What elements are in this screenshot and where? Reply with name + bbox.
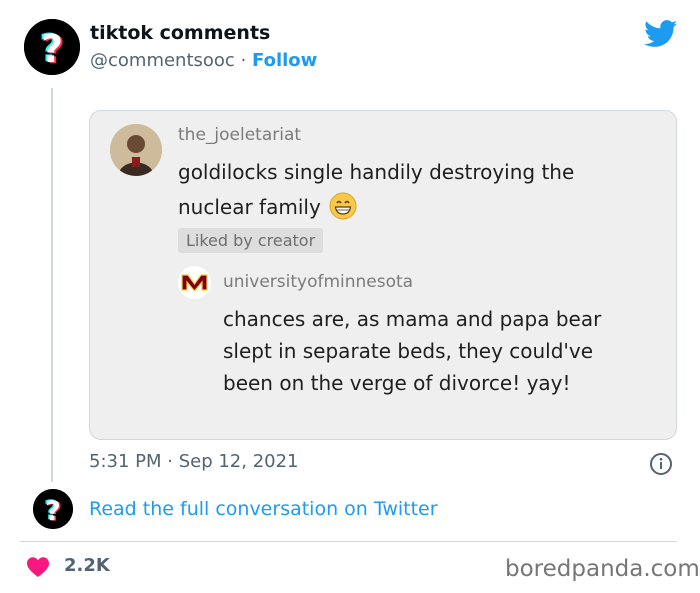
handle-separator: · [240,50,247,71]
info-icon[interactable] [649,452,673,476]
tweet-timestamp[interactable]: 5:31 PM · Sep 12, 2021 [89,451,299,472]
comment-text-block: goldilocks single handily destroying the… [178,155,598,225]
svg-text:?: ? [41,27,63,71]
thread-connector-line [51,88,53,482]
grinning-face-emoji-icon [329,192,357,220]
author-handle[interactable]: @commentsooc [90,50,235,71]
author-avatar[interactable]: ? ? ? [24,19,80,75]
embedded-screenshot-card[interactable]: the_joeletariat goldilocks single handil… [89,110,677,440]
replier-avatar [178,266,211,299]
divider [20,541,677,542]
liked-by-creator-badge: Liked by creator [178,228,324,253]
reply-text: chances are, as mama and papa bear slept… [223,307,602,395]
commenter-username: the_joeletariat [178,125,302,145]
twitter-bird-icon[interactable] [644,20,678,48]
person-photo-icon [110,124,162,176]
author-handle-row: @commentsooc · Follow [90,50,317,71]
tiktok-question-mark-logo-icon: ? ? ? [24,19,80,75]
comment-text: goldilocks single handily destroying the… [178,160,575,219]
svg-text:?: ? [45,496,61,527]
watermark: boredpanda.com [505,556,700,582]
follow-button[interactable]: Follow [252,50,317,71]
like-count[interactable]: 2.2K [64,555,110,576]
commenter-avatar [110,124,162,176]
author-name[interactable]: tiktok comments [90,22,270,44]
university-m-logo-icon [178,266,211,299]
replier-username: universityofminnesota [223,272,414,292]
heart-icon[interactable] [26,556,50,578]
small-author-avatar[interactable]: ? ? ? [33,489,73,529]
tiktok-question-mark-logo-icon: ? ? ? [33,489,73,529]
read-full-conversation-link[interactable]: Read the full conversation on Twitter [89,498,438,520]
